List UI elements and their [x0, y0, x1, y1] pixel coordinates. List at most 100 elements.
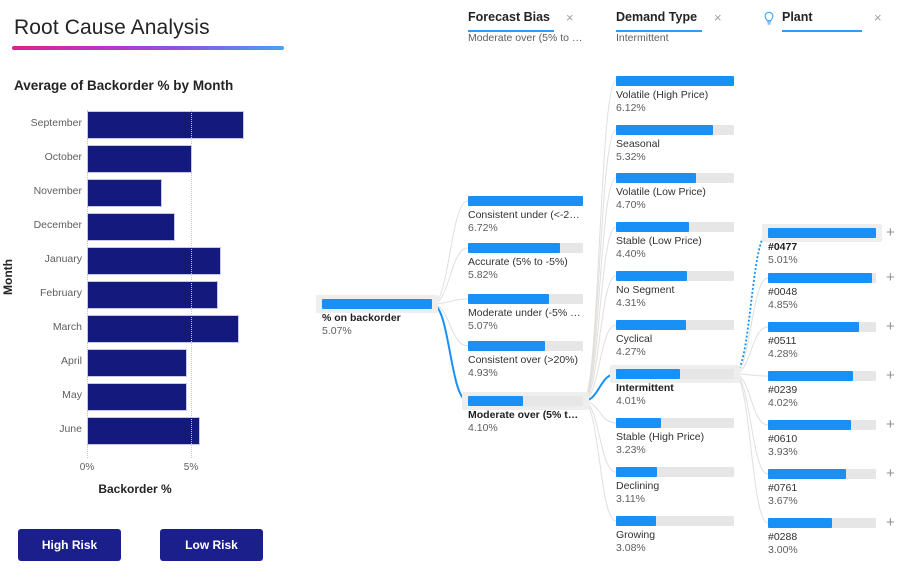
node-bar-fill — [616, 222, 690, 232]
header-row: Plant × — [762, 10, 884, 32]
bar-category-label: March — [52, 321, 82, 333]
node-value: 4.02% — [768, 397, 798, 409]
node-bar-fill — [468, 341, 546, 351]
header-row: Demand Type × — [616, 10, 724, 32]
x-axis-tick-label: 5% — [183, 462, 199, 473]
node-label: Growing — [616, 529, 656, 541]
bar-row[interactable]: March — [0, 312, 300, 346]
node-bar-fill — [616, 173, 697, 183]
remove-level-icon[interactable]: × — [874, 11, 882, 25]
node-label: Stable (High Price) — [616, 431, 705, 443]
bar[interactable] — [87, 383, 188, 411]
bar-row[interactable]: May — [0, 380, 300, 414]
bar-row[interactable]: January — [0, 244, 300, 278]
bar[interactable] — [87, 145, 193, 173]
chart-title: Average of Backorder % by Month — [14, 78, 234, 93]
high-risk-button[interactable]: High Risk — [18, 529, 121, 561]
bar-category-label: April — [60, 355, 82, 367]
tree-link — [582, 400, 617, 522]
tree-column-header-plant: Plant × — [762, 10, 884, 32]
header-title[interactable]: Demand Type — [616, 10, 697, 24]
node-bar-fill — [768, 518, 832, 528]
bar[interactable] — [87, 315, 240, 343]
bar[interactable] — [87, 247, 221, 275]
bar-category-label: February — [39, 287, 82, 299]
title-underline-rule — [12, 46, 284, 50]
node-value: 6.12% — [616, 102, 646, 114]
tree-link — [582, 80, 617, 402]
header-title[interactable]: Forecast Bias — [468, 10, 550, 24]
bar[interactable] — [87, 213, 175, 241]
expand-node-icon[interactable]: + — [886, 515, 895, 530]
expand-node-icon[interactable]: + — [886, 368, 895, 383]
expand-node-icon[interactable]: + — [886, 417, 895, 432]
bar-row[interactable]: February — [0, 278, 300, 312]
remove-level-icon[interactable]: × — [566, 11, 574, 25]
tree-column-header-demand-type: Demand Type × Intermittent — [616, 10, 724, 44]
node-label: Moderate under (-5% … — [468, 307, 581, 319]
tree-link — [733, 373, 769, 475]
bar-row[interactable]: December — [0, 210, 300, 244]
node-value: 5.32% — [616, 151, 646, 163]
node-bar-fill — [468, 196, 583, 206]
node-value: 3.11% — [616, 493, 645, 505]
bar-category-label: December — [33, 219, 82, 231]
bar[interactable] — [87, 417, 200, 445]
bar[interactable] — [87, 349, 188, 377]
tree-link — [733, 232, 769, 375]
node-bar-fill — [468, 243, 560, 253]
lightbulb-icon[interactable] — [762, 11, 776, 26]
bar[interactable] — [87, 281, 219, 309]
backorder-bar-chart: September October November December January F… — [0, 100, 300, 510]
tree-link — [431, 200, 469, 305]
node-label: Seasonal — [616, 138, 660, 150]
node-bar-fill — [616, 320, 686, 330]
bar-category-label: November — [33, 185, 82, 197]
bar-row[interactable]: November — [0, 176, 300, 210]
node-label: Consistent over (>20%) — [468, 354, 579, 366]
expand-node-icon[interactable]: + — [886, 319, 895, 334]
header-underline — [782, 30, 862, 32]
node-bar-fill — [768, 420, 852, 430]
bar-category-label: June — [59, 423, 82, 435]
node-value: 5.82% — [468, 269, 498, 281]
expand-node-icon[interactable]: + — [886, 270, 895, 285]
node-value: 3.00% — [768, 544, 798, 556]
tree-connector-links — [431, 80, 769, 524]
node-value: 5.07% — [468, 320, 498, 332]
node-bar-fill — [616, 516, 657, 526]
remove-level-icon[interactable]: × — [714, 11, 722, 25]
low-risk-button[interactable]: Low Risk — [160, 529, 263, 561]
node-value: 3.93% — [768, 446, 798, 458]
bar-row[interactable]: June — [0, 414, 300, 448]
page-title: Root Cause Analysis — [14, 16, 210, 39]
node-bar-fill — [768, 469, 846, 479]
node-label: #0239 — [768, 384, 798, 396]
node-value: 3.67% — [768, 495, 798, 507]
x-axis-label: Backorder % — [98, 482, 172, 496]
tree-link — [582, 129, 617, 402]
bar[interactable] — [87, 179, 163, 207]
node-value: 6.72% — [468, 222, 498, 234]
node-label: #0610 — [768, 433, 798, 445]
expand-node-icon[interactable]: + — [886, 225, 895, 240]
node-value: 4.28% — [768, 348, 798, 360]
node-label: Moderate over (5% t… — [468, 409, 579, 421]
bar-row[interactable]: October — [0, 142, 300, 176]
tree-link — [431, 303, 469, 402]
y-axis-label: Month — [0, 259, 15, 295]
bar[interactable] — [87, 111, 245, 139]
node-bar-fill — [468, 294, 549, 304]
gridline — [191, 110, 192, 458]
node-label: Volatile (Low Price) — [616, 186, 706, 198]
header-title[interactable]: Plant — [782, 10, 813, 24]
expand-node-icon[interactable]: + — [886, 466, 895, 481]
node-value: 4.10% — [468, 422, 498, 434]
bar-row[interactable]: April — [0, 346, 300, 380]
header-row: Forecast Bias × — [468, 10, 576, 32]
tree-link — [582, 324, 617, 402]
bar-row[interactable]: September — [0, 108, 300, 142]
node-bar-fill — [468, 396, 524, 406]
node-value: 4.31% — [616, 297, 646, 309]
node-value: 4.40% — [616, 248, 646, 260]
